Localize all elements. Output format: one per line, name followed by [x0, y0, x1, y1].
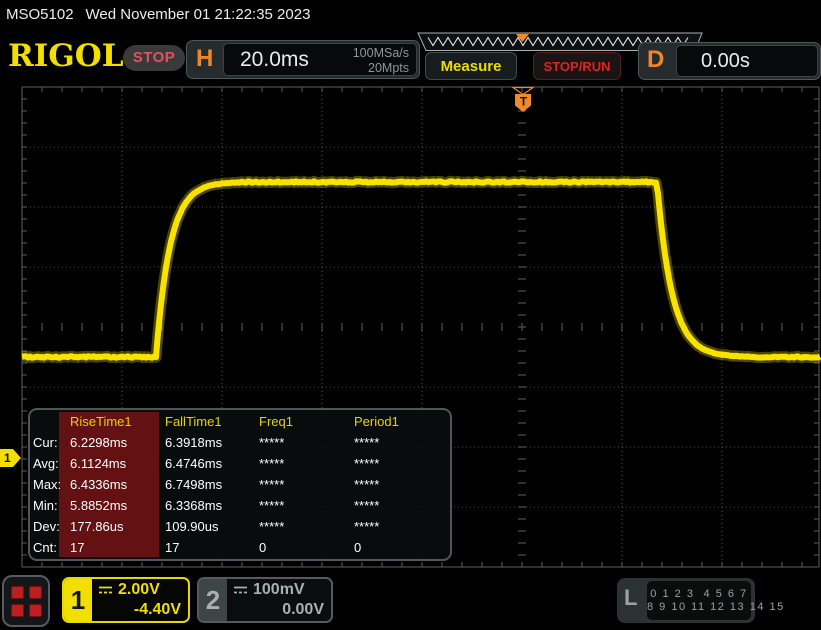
- row-label: Dev:: [30, 516, 70, 537]
- waveform-glow: [22, 181, 820, 357]
- logic-channel-list: 0 1 2 3 4 5 6 7 8 9 10 11 12 13 14 15: [647, 581, 751, 620]
- row-label: Cnt:: [30, 537, 70, 558]
- channel2-block[interactable]: 2 100mV 0.00V: [197, 577, 333, 623]
- spacer: [30, 410, 70, 432]
- channel2-number: 2: [199, 579, 227, 621]
- measure-cell: 6.3368ms: [165, 495, 259, 516]
- channel2-scale: 100mV: [253, 581, 305, 599]
- measure-cell: 6.4746ms: [165, 453, 259, 474]
- memory-depth: 20Mpts: [353, 61, 409, 76]
- trigger-position-marker[interactable]: T: [513, 88, 533, 113]
- logic-row-1: 0 1 2 3 4 5 6 7: [647, 588, 751, 600]
- measure-cell: *****: [259, 432, 354, 453]
- waveform-trace: [22, 181, 820, 357]
- sample-rate: 100MSa/s: [353, 46, 409, 61]
- menu-icon: [11, 586, 24, 599]
- measure-header-period[interactable]: Period1: [354, 410, 450, 432]
- channel1-values: 2.00V -4.40V: [92, 579, 188, 621]
- measure-cell: *****: [259, 453, 354, 474]
- measure-header-falltime[interactable]: FallTime1: [165, 410, 259, 432]
- measure-cell: *****: [354, 495, 450, 516]
- measure-cell: 17: [165, 537, 259, 558]
- measure-cell: *****: [259, 474, 354, 495]
- model-name: MSO5102: [6, 6, 74, 23]
- channel1-block[interactable]: 1 2.00V -4.40V: [62, 577, 190, 623]
- run-state-badge: STOP: [123, 45, 185, 71]
- dc-coupling-icon: [98, 585, 113, 595]
- measurement-table: RiseTime1 FallTime1 Freq1 Period1 Cur: 6…: [30, 410, 450, 558]
- measure-cell: 177.86us: [70, 516, 165, 537]
- measure-cell: *****: [354, 474, 450, 495]
- channel1-number: 1: [64, 579, 92, 621]
- measure-cell: 6.1124ms: [70, 453, 165, 474]
- measure-cell: 0: [259, 537, 354, 558]
- menu-button[interactable]: [2, 575, 50, 627]
- delay-box[interactable]: 0.00s: [676, 45, 818, 77]
- measure-cell: 109.90us: [165, 516, 259, 537]
- timebase-box[interactable]: 20.0ms 100MSa/s 20Mpts: [223, 43, 417, 76]
- delay-panel[interactable]: D 0.00s: [638, 42, 821, 80]
- menu-icon: [29, 604, 42, 617]
- measurement-panel: RiseTime1 FallTime1 Freq1 Period1 Cur: 6…: [28, 408, 452, 561]
- horizontal-label: H: [196, 45, 213, 73]
- row-label: Max:: [30, 474, 70, 495]
- measure-cell: 5.8852ms: [70, 495, 165, 516]
- oscilloscope-screen: MSO5102 Wed November 01 21:22:35 2023 RIG…: [0, 0, 821, 630]
- rigol-logo: RIGOL: [8, 38, 124, 74]
- status-bar: MSO5102 Wed November 01 21:22:35 2023: [6, 6, 310, 23]
- measure-cell: 6.2298ms: [70, 432, 165, 453]
- measure-cell: *****: [259, 516, 354, 537]
- row-label: Min:: [30, 495, 70, 516]
- channel2-offset: 0.00V: [282, 601, 324, 619]
- measure-header-freq[interactable]: Freq1: [259, 410, 354, 432]
- logic-row-2: 8 9 10 11 12 13 14 15: [647, 601, 751, 613]
- measure-cell: *****: [259, 495, 354, 516]
- stop-run-button[interactable]: STOP/RUN: [533, 52, 621, 80]
- dc-coupling-icon: [233, 585, 248, 595]
- measure-header-risetime[interactable]: RiseTime1: [70, 410, 165, 432]
- acquisition-info: 100MSa/s 20Mpts: [353, 46, 409, 76]
- row-label: Avg:: [30, 453, 70, 474]
- measure-cell: *****: [354, 432, 450, 453]
- delay-value: 0.00s: [701, 50, 750, 73]
- datetime: Wed November 01 21:22:35 2023: [86, 6, 311, 23]
- logic-analyzer-block[interactable]: L 0 1 2 3 4 5 6 7 8 9 10 11 12 13 14 15: [617, 578, 755, 623]
- measure-cell: 6.7498ms: [165, 474, 259, 495]
- channel2-values: 100mV 0.00V: [227, 579, 331, 621]
- menu-icon: [29, 586, 42, 599]
- delay-label: D: [647, 46, 664, 74]
- measure-cell: *****: [354, 516, 450, 537]
- channel1-offset: -4.40V: [134, 601, 181, 619]
- measure-cell: 6.4336ms: [70, 474, 165, 495]
- measure-cell: 17: [70, 537, 165, 558]
- horizontal-panel[interactable]: H 20.0ms 100MSa/s 20Mpts: [186, 40, 420, 79]
- trigger-marker-wing: [513, 88, 533, 95]
- trigger-marker-letter: T: [520, 95, 528, 109]
- channel1-scale: 2.00V: [118, 581, 160, 599]
- menu-icon: [11, 604, 24, 617]
- logic-label: L: [624, 585, 637, 611]
- measure-cell: 6.3918ms: [165, 432, 259, 453]
- measure-button[interactable]: Measure: [425, 52, 517, 80]
- timebase-value: 20.0ms: [240, 48, 309, 72]
- measure-cell: 0: [354, 537, 450, 558]
- row-label: Cur:: [30, 432, 70, 453]
- measure-cell: *****: [354, 453, 450, 474]
